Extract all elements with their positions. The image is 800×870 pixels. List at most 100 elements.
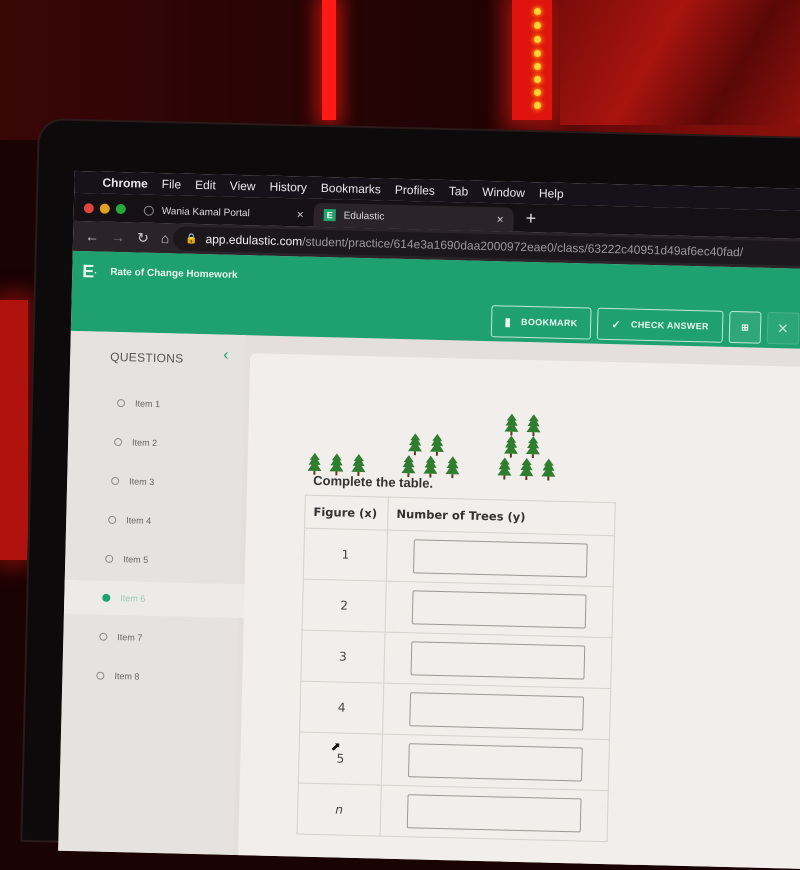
menu-tab[interactable]: Tab xyxy=(449,184,469,198)
laptop-screen: Chrome File Edit View History Bookmarks … xyxy=(58,170,800,870)
tab-close-icon[interactable]: × xyxy=(297,207,304,221)
tab-title: Edulastic xyxy=(343,209,385,222)
menu-window[interactable]: Window xyxy=(482,185,525,200)
back-arrow-icon[interactable]: ← xyxy=(85,228,99,244)
bookmark-button[interactable]: ▮ BOOKMARK xyxy=(490,305,592,340)
background-led-dot xyxy=(534,76,541,83)
table-row: 3 xyxy=(300,630,612,689)
tree-icon xyxy=(401,455,416,478)
question-prompt: Complete the table. xyxy=(313,472,434,491)
figure-number-cell: 3 xyxy=(300,630,386,684)
url-path: /student/practice/614e3a1690daa2000972ea… xyxy=(302,234,744,260)
radio-empty-icon xyxy=(99,632,108,641)
window-close-button[interactable] xyxy=(83,203,94,214)
background-led-dot xyxy=(534,89,541,96)
background-glow xyxy=(0,300,28,560)
radio-empty-icon xyxy=(116,399,126,408)
reload-icon[interactable]: ↻ xyxy=(137,229,149,246)
menu-file[interactable]: File xyxy=(162,177,182,191)
window-minimize-button[interactable] xyxy=(99,203,110,214)
tree-icon xyxy=(541,458,556,481)
tree-count-input[interactable] xyxy=(411,590,587,629)
background-led-dot xyxy=(534,63,541,70)
questions-heading: QUESTIONS xyxy=(110,349,184,366)
check-answer-label: CHECK ANSWER xyxy=(630,319,709,332)
tree-icon xyxy=(429,433,445,456)
sidebar-item-label: Item 2 xyxy=(131,437,158,449)
sidebar-item-label: Item 7 xyxy=(117,632,143,643)
forward-arrow-icon[interactable]: → xyxy=(111,229,125,245)
sidebar-item-8[interactable]: Item 8 xyxy=(62,658,272,697)
tree-count-input[interactable] xyxy=(409,692,585,731)
tree-icon xyxy=(504,413,519,436)
figure-number-cell: 4 xyxy=(299,681,384,735)
assignment-title: Rate of Change Homework xyxy=(110,266,238,281)
edulastic-logo-icon: E xyxy=(323,209,336,222)
tree-count-cell xyxy=(383,632,612,689)
menu-profiles[interactable]: Profiles xyxy=(395,183,435,198)
menu-view[interactable]: View xyxy=(230,179,256,194)
menu-chrome[interactable]: Chrome xyxy=(102,176,148,191)
tree-icon xyxy=(519,458,534,481)
tree-icon xyxy=(351,453,366,476)
edulastic-logo[interactable]: E· xyxy=(82,261,98,282)
table-row: 5 xyxy=(298,732,610,791)
tree-icon xyxy=(525,436,541,459)
tree-icon xyxy=(503,435,519,458)
figure-number-cell: 1 xyxy=(303,528,388,582)
new-tab-button[interactable]: + xyxy=(525,208,536,229)
radio-empty-icon xyxy=(111,476,120,486)
tree-icon xyxy=(497,457,512,480)
menu-edit[interactable]: Edit xyxy=(195,178,216,193)
tree-count-cell xyxy=(385,581,614,638)
tree-count-input[interactable] xyxy=(410,641,586,680)
table-row: 4 xyxy=(299,681,611,740)
tree-count-input[interactable] xyxy=(412,539,588,578)
close-icon: × xyxy=(777,317,789,338)
tree-icon xyxy=(407,433,423,456)
background-led-dot xyxy=(534,50,541,57)
sidebar-item-label: Item 6 xyxy=(120,593,146,604)
tree-count-input[interactable] xyxy=(408,743,583,782)
tree-count-cell xyxy=(380,785,609,842)
figure-number-cell: 2 xyxy=(302,579,387,633)
sidebar-item-label: Item 3 xyxy=(129,476,155,487)
question-grid-button[interactable]: ⊞ xyxy=(728,310,762,344)
tree-count-cell xyxy=(382,683,611,740)
sidebar-item-label: Item 1 xyxy=(134,398,161,410)
table-row: 2 xyxy=(302,579,614,638)
background-led-dot xyxy=(534,22,541,29)
column-header-trees: Number of Trees (y) xyxy=(387,497,616,536)
checkmark-icon: ✓ xyxy=(611,318,622,331)
url-host: app.edulastic.com xyxy=(205,232,303,249)
menu-help[interactable]: Help xyxy=(539,186,564,201)
home-icon[interactable]: ⌂ xyxy=(161,230,170,246)
background-led-dot xyxy=(534,8,541,15)
figure-number-cell: n xyxy=(297,783,382,837)
tree-icon xyxy=(526,414,541,437)
sidebar-item-label: Item 8 xyxy=(114,671,140,682)
radio-empty-icon xyxy=(114,437,123,447)
radio-filled-icon xyxy=(102,593,111,602)
background-led-strip xyxy=(322,0,336,120)
questions-sidebar: QUESTIONS ‹ Item 1 Item 2 Item 3 Item 4 Item… xyxy=(58,330,278,855)
background-poster xyxy=(560,0,800,125)
tab-close-icon[interactable]: × xyxy=(496,212,503,226)
answer-table: Figure (x) Number of Trees (y) 12345n xyxy=(297,495,616,842)
globe-icon xyxy=(143,205,154,216)
tree-icon xyxy=(307,452,322,475)
lock-icon: 🔒 xyxy=(184,233,198,245)
radio-empty-icon xyxy=(108,515,117,525)
background-led-dot xyxy=(534,102,541,109)
question-panel: Complete the table. Figure (x) Number of… xyxy=(237,353,800,870)
tree-count-cell xyxy=(381,734,610,791)
tree-count-cell xyxy=(386,530,615,587)
bookmark-icon: ▮ xyxy=(504,315,512,329)
collapse-sidebar-chevron-icon[interactable]: ‹ xyxy=(223,347,229,365)
logo-letter: E xyxy=(82,261,95,282)
close-button[interactable]: × xyxy=(766,311,800,345)
menu-history[interactable]: History xyxy=(269,180,307,195)
check-answer-button[interactable]: ✓ CHECK ANSWER xyxy=(596,307,724,343)
window-maximize-button[interactable] xyxy=(115,203,126,215)
menu-bookmarks[interactable]: Bookmarks xyxy=(321,181,381,196)
